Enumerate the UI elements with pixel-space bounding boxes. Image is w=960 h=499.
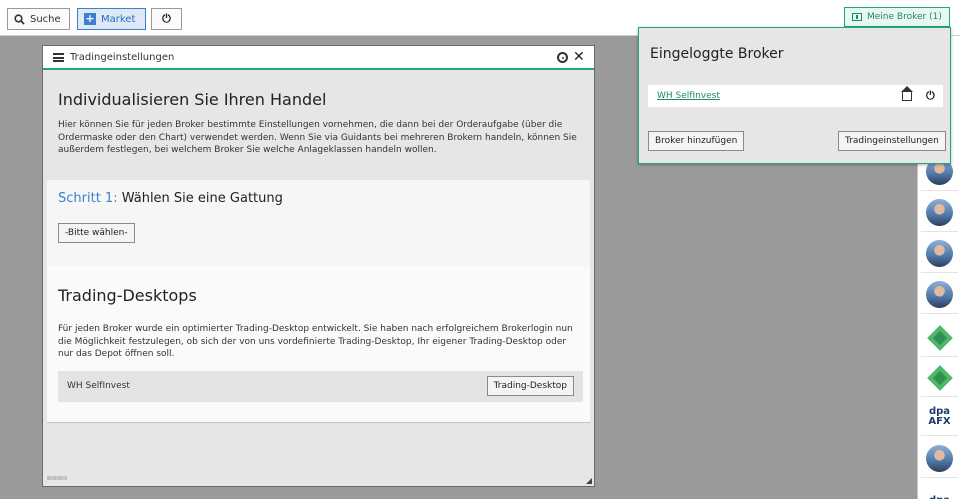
menu-icon[interactable] <box>53 53 64 62</box>
broker-icon <box>852 13 862 21</box>
trading-desktop-button[interactable]: Trading-Desktop <box>486 375 574 396</box>
broker-list-item: WH SelfInvest ⏻ <box>648 85 943 107</box>
market-button-label: Market <box>101 13 136 25</box>
dialog-footer <box>47 422 590 484</box>
intro-heading: Individualisieren Sie Ihren Handel <box>58 90 327 109</box>
dpa-logo[interactable]: dpa <box>921 482 958 499</box>
avatar <box>926 240 953 267</box>
trading-settings-button[interactable]: Tradingeinstellungen <box>838 131 946 151</box>
broker-row: WH SelfInvest Trading-Desktop <box>58 370 583 402</box>
dialog-body: Individualisieren Sie Ihren Handel Hier … <box>47 73 590 422</box>
source-logo[interactable] <box>921 319 958 357</box>
desktops-heading: Trading-Desktops <box>58 286 197 305</box>
broker-link[interactable]: WH SelfInvest <box>657 91 720 101</box>
diamond-logo-icon <box>926 364 953 391</box>
step-section: Schritt 1: Wählen Sie eine Gattung -Bitt… <box>47 180 590 266</box>
author-avatar[interactable] <box>921 440 958 478</box>
add-broker-button[interactable]: Broker hinzufügen <box>648 131 745 151</box>
search-icon <box>14 13 25 25</box>
dpa-afx-label: dpa AFX <box>928 405 951 427</box>
color-swatch-icon <box>47 476 67 480</box>
power-icon: ⏻ <box>162 12 171 25</box>
author-avatar[interactable] <box>921 194 958 232</box>
desktops-text: Für jeden Broker wurde ein optimierter T… <box>58 324 573 359</box>
dialog-header: Tradingeinstellungen ✕ <box>43 46 594 70</box>
home-icon[interactable] <box>901 86 913 101</box>
broker-name: WH SelfInvest <box>67 381 130 391</box>
step-heading: Schritt 1: Wählen Sie eine Gattung <box>58 191 579 206</box>
logout-button[interactable]: ⏻ <box>151 8 182 30</box>
avatar <box>926 199 953 226</box>
intro-text: Hier können Sie für jeden Broker bestimm… <box>58 120 577 155</box>
plus-icon: + <box>84 12 96 25</box>
close-icon[interactable]: ✕ <box>573 49 585 65</box>
category-select[interactable]: -Bitte wählen- <box>58 223 135 243</box>
popup-title: Eingeloggte Broker <box>650 46 784 62</box>
avatar <box>926 281 953 308</box>
dialog-title: Tradingeinstellungen <box>70 52 175 63</box>
power-icon[interactable]: ⏻ <box>926 89 935 103</box>
resize-handle-icon[interactable] <box>586 478 592 484</box>
meine-broker-button[interactable]: Meine Broker (1) <box>844 7 950 27</box>
target-icon[interactable] <box>557 52 568 63</box>
diamond-logo-icon <box>926 324 953 351</box>
logged-in-brokers-popup: Eingeloggte Broker WH SelfInvest ⏻ Broke… <box>638 27 951 164</box>
step-prefix: Schritt 1: <box>58 191 118 206</box>
search-button-label: Suche <box>30 13 61 25</box>
meine-broker-label: Meine Broker (1) <box>867 12 942 22</box>
desktops-section: Trading-Desktops Für jeden Broker wurde … <box>47 266 590 422</box>
step-text: Wählen Sie eine Gattung <box>121 191 283 206</box>
market-button[interactable]: + Market <box>77 8 146 30</box>
source-logo[interactable] <box>921 359 958 397</box>
dpa-afx-logo[interactable]: dpa AFX <box>921 398 958 436</box>
author-avatar[interactable] <box>921 276 958 314</box>
avatar <box>926 445 953 472</box>
author-avatar[interactable] <box>921 235 958 273</box>
search-button[interactable]: Suche <box>7 8 70 30</box>
intro-section: Individualisieren Sie Ihren Handel Hier … <box>47 73 590 180</box>
trading-settings-dialog: Tradingeinstellungen ✕ Individualisieren… <box>42 45 595 487</box>
